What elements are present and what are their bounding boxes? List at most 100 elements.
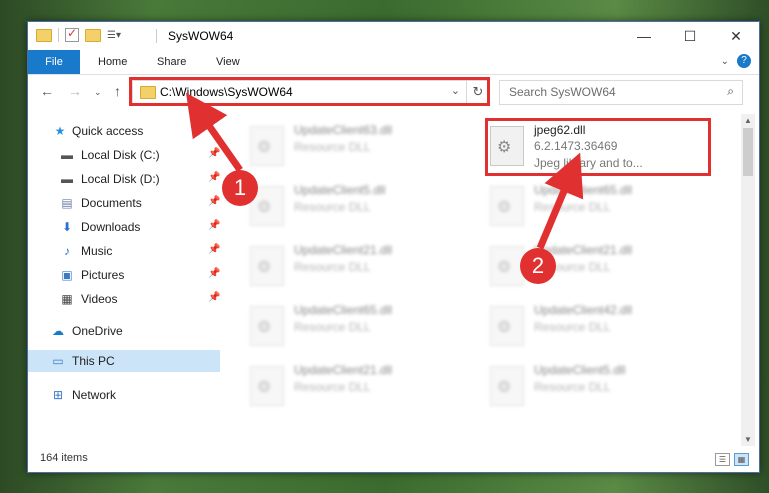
sidebar-item-label: This PC	[72, 354, 115, 368]
tab-file[interactable]: File	[28, 50, 80, 74]
dll-file-icon	[490, 186, 524, 226]
file-highlight-box	[485, 118, 711, 176]
pin-icon[interactable]: 📌	[208, 292, 220, 303]
sidebar-item-local-disk-d[interactable]: ▬ Local Disk (D:) 📌	[28, 168, 220, 190]
item-count: 164 items	[40, 452, 88, 464]
network-icon: ⊞	[52, 388, 64, 402]
maximize-button[interactable]: ☐	[667, 22, 713, 50]
forward-arrow-icon[interactable]: →	[68, 83, 82, 99]
dll-file-icon	[490, 246, 524, 286]
help-icon[interactable]: ?	[737, 54, 751, 68]
pin-icon[interactable]: 📌	[208, 172, 220, 183]
tab-share[interactable]: Share	[157, 50, 186, 74]
list-item[interactable]: UpdateClient5.dll Resource DLL	[476, 360, 706, 410]
sidebar-item-label: Network	[72, 388, 117, 402]
list-item[interactable]: UpdateClient21.dll Resource DLL	[236, 360, 466, 410]
tab-view[interactable]: View	[216, 50, 240, 74]
navigation-bar: ← → ⌄ ↑ C:\Windows\SysWOW64 ⌄ ↻ Search S…	[28, 75, 759, 109]
list-item[interactable]: UpdateClient65.dll Resource DLL	[476, 180, 706, 230]
pin-icon[interactable]: 📌	[208, 220, 220, 231]
list-item[interactable]: UpdateClient42.dll Resource DLL	[476, 300, 706, 350]
list-item[interactable]: UpdateClient21.dll Resource DLL	[236, 240, 466, 290]
star-icon: ★	[54, 124, 66, 138]
search-input[interactable]: Search SysWOW64 ⌕	[499, 80, 743, 105]
file-type: Resource DLL	[534, 380, 611, 394]
scroll-up-icon[interactable]: ▲	[741, 116, 755, 125]
sidebar-item-label: Downloads	[81, 220, 141, 234]
list-item[interactable]: UpdateClient5.dll Resource DLL	[236, 180, 466, 230]
sidebar-item-quick-access[interactable]: ★ Quick access	[28, 120, 220, 142]
file-type: Resource DLL	[534, 200, 611, 214]
file-type: Resource DLL	[534, 320, 611, 334]
file-name: UpdateClient42.dll	[534, 303, 633, 317]
sidebar-item-network[interactable]: ⊞ Network	[28, 384, 220, 406]
sidebar-item-label: Documents	[81, 196, 142, 210]
file-type: Resource DLL	[294, 200, 371, 214]
divider	[156, 29, 157, 43]
cloud-icon: ☁	[52, 324, 64, 338]
sidebar-item-onedrive[interactable]: ☁ OneDrive	[28, 320, 220, 342]
documents-icon: ▤	[61, 196, 73, 210]
file-type: Resource DLL	[294, 320, 371, 334]
sidebar-item-label: Local Disk (D:)	[81, 172, 160, 186]
pictures-icon: ▣	[61, 268, 73, 282]
sidebar-item-this-pc[interactable]: ▭ This PC	[28, 350, 220, 372]
callout-2: 2	[520, 248, 556, 284]
up-arrow-icon[interactable]: ↑	[114, 83, 121, 99]
ribbon: File Home Share View ⌄ ?	[28, 50, 759, 75]
details-view-icon[interactable]: ☰	[715, 453, 730, 466]
file-type: Resource DLL	[294, 380, 371, 394]
sidebar-item-label: Music	[81, 244, 113, 258]
dll-file-icon	[250, 366, 284, 406]
pin-icon[interactable]: 📌	[208, 268, 220, 279]
file-name: UpdateClient21.dll	[294, 243, 393, 257]
search-icon: ⌕	[727, 84, 734, 98]
pin-icon[interactable]: 📌	[208, 244, 220, 255]
title-bar: ☰▾ SysWOW64 — ☐ ✕	[28, 22, 759, 50]
computer-icon: ▭	[52, 354, 64, 368]
file-list: UpdateClient63.dll Resource DLL UpdateCl…	[228, 114, 738, 444]
scrollbar-thumb[interactable]	[743, 128, 753, 176]
sidebar-item-downloads[interactable]: ⬇ Downloads 📌	[28, 216, 220, 238]
folder-icon	[36, 28, 52, 42]
tab-home[interactable]: Home	[98, 50, 127, 74]
close-button[interactable]: ✕	[713, 22, 759, 50]
list-item[interactable]: UpdateClient65.dll Resource DLL	[236, 300, 466, 350]
file-name: UpdateClient65.dll	[534, 183, 633, 197]
new-folder-icon[interactable]	[85, 28, 101, 42]
dll-file-icon	[250, 126, 284, 166]
list-item[interactable]: UpdateClient21.dll Resource DLL	[476, 240, 706, 290]
drive-icon: ▬	[61, 148, 73, 162]
sidebar-item-label: Quick access	[72, 124, 144, 138]
properties-icon[interactable]	[65, 26, 79, 42]
sidebar-item-music[interactable]: ♪ Music 📌	[28, 240, 220, 262]
sidebar-item-label: Videos	[81, 292, 118, 306]
dll-file-icon	[490, 366, 524, 406]
file-name: UpdateClient63.dll	[294, 123, 393, 137]
pin-icon[interactable]: 📌	[208, 148, 220, 159]
sidebar-item-label: Local Disk (C:)	[81, 148, 160, 162]
sidebar-item-pictures[interactable]: ▣ Pictures 📌	[28, 264, 220, 286]
vertical-scrollbar[interactable]: ▲ ▼	[741, 114, 755, 446]
file-type: Resource DLL	[294, 140, 371, 154]
sidebar-item-label: Pictures	[81, 268, 125, 282]
list-item[interactable]: UpdateClient63.dll Resource DLL	[236, 120, 466, 170]
expand-ribbon-icon[interactable]: ⌄	[721, 56, 729, 67]
pin-icon[interactable]: 📌	[208, 196, 220, 207]
dll-file-icon	[250, 306, 284, 346]
file-name: UpdateClient65.dll	[294, 303, 393, 317]
drive-icon: ▬	[61, 172, 73, 186]
back-arrow-icon[interactable]: ←	[40, 83, 54, 99]
customize-qat-icon[interactable]: ☰▾	[107, 30, 121, 41]
scroll-down-icon[interactable]: ▼	[741, 435, 755, 444]
window-title: SysWOW64	[168, 29, 234, 43]
large-icons-view-icon[interactable]: ▦	[734, 453, 749, 466]
download-icon: ⬇	[61, 220, 73, 234]
dll-file-icon	[250, 246, 284, 286]
recent-locations-icon[interactable]: ⌄	[94, 87, 102, 98]
sidebar-item-local-disk-c[interactable]: ▬ Local Disk (C:) 📌	[28, 144, 220, 166]
sidebar-item-videos[interactable]: ▦ Videos 📌	[28, 288, 220, 310]
file-type: Resource DLL	[294, 260, 371, 274]
minimize-button[interactable]: —	[621, 22, 667, 50]
sidebar-item-documents[interactable]: ▤ Documents 📌	[28, 192, 220, 214]
